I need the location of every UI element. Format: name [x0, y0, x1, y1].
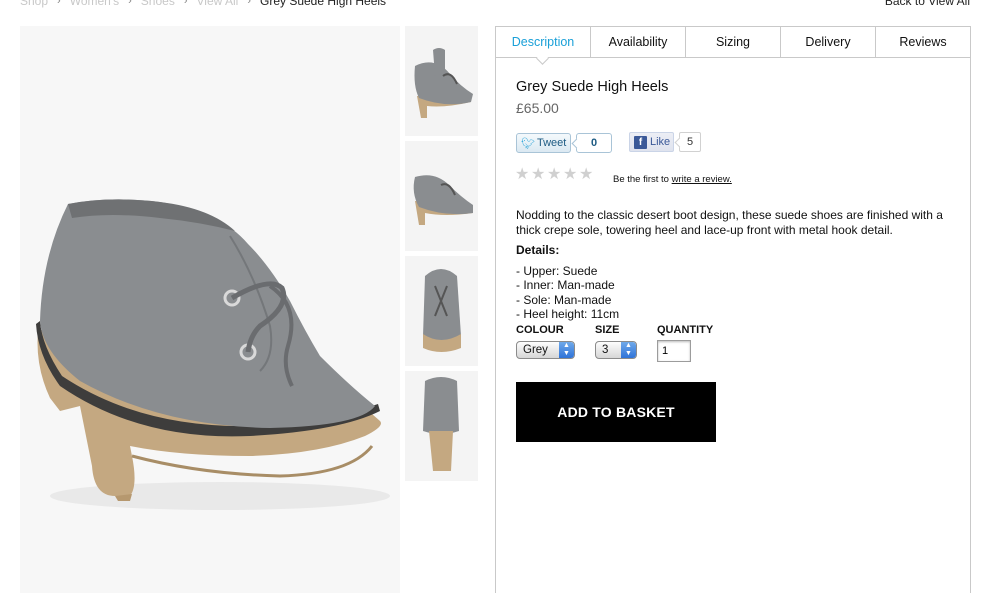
add-to-basket-button[interactable]: ADD TO BASKET [516, 382, 716, 442]
breadcrumb-item-shoes[interactable]: Shoes [141, 0, 175, 8]
review-prompt: Be the first to write a review. [613, 174, 732, 185]
tweet-button[interactable]: 🐦︎ Tweet [516, 133, 571, 153]
product-description: Nodding to the classic desert boot desig… [516, 208, 943, 237]
size-select[interactable]: 3 ▲ ▼ [595, 341, 637, 359]
breadcrumb-current: Grey Suede High Heels [259, 0, 387, 8]
breadcrumb-item-shop[interactable]: Shop [20, 0, 48, 8]
facebook-icon: f [634, 135, 647, 149]
detail-item: - Sole: Man-made [516, 292, 612, 307]
like-label: Like [650, 136, 671, 148]
star-icon: ★ [563, 166, 578, 183]
detail-item: - Inner: Man-made [516, 278, 615, 293]
twitter-bird-icon: 🐦︎ [521, 137, 535, 150]
boot-thumbnail-side [414, 48, 473, 118]
boot-illustration [36, 199, 390, 510]
chevron-right-icon: › [57, 0, 61, 7]
tab-reviews[interactable]: Reviews [876, 27, 970, 57]
product-detail-panel: Description Availability Sizing Delivery… [495, 26, 971, 593]
boot-thumbnail-angle [413, 175, 473, 225]
updown-arrows-icon: ▲ ▼ [621, 342, 636, 358]
quantity-label: QUANTITY [657, 324, 714, 336]
facebook-like-button[interactable]: f Like [629, 132, 674, 152]
chevron-right-icon: › [183, 0, 188, 7]
star-icon: ★ [515, 166, 530, 183]
star-icon: ★ [547, 166, 562, 183]
star-icon: ★ [579, 166, 594, 183]
boot-thumbnail-back [423, 377, 459, 471]
back-to-view-all-link[interactable]: Back to View All [885, 0, 970, 9]
details-heading: Details: [516, 243, 560, 257]
thumbnail-2[interactable] [405, 141, 478, 251]
colour-label: COLOUR [516, 324, 564, 336]
star-icon: ★ [531, 166, 546, 183]
tab-sizing[interactable]: Sizing [686, 27, 781, 57]
size-select-value: 3 [602, 344, 609, 356]
thumbnail-4[interactable] [405, 371, 478, 481]
tweet-label: Tweet [536, 137, 567, 149]
tab-description[interactable]: Description [496, 27, 591, 57]
product-price: £65.00 [516, 100, 559, 116]
detail-item: - Upper: Suede [516, 264, 598, 278]
rating-stars: ★ ★ ★ ★ ★ [515, 167, 595, 183]
chevron-right-icon: › [247, 0, 251, 7]
write-review-link[interactable]: write a review. [672, 174, 732, 185]
product-title: Grey Suede High Heels [516, 79, 669, 95]
details-list: - Upper: Suede - Inner: Man-made - Sole:… [516, 264, 619, 321]
thumbnail-3[interactable] [405, 256, 478, 366]
breadcrumb-item-womens[interactable]: Women's [70, 0, 119, 8]
breadcrumb-item-view-all[interactable]: View All [197, 0, 239, 8]
review-prompt-text: Be the first to [613, 174, 669, 185]
tab-availability[interactable]: Availability [591, 27, 686, 57]
product-main-image[interactable] [20, 26, 400, 593]
quantity-input[interactable] [657, 340, 691, 362]
like-count: 5 [679, 132, 701, 152]
size-label: SIZE [595, 324, 620, 336]
breadcrumb: Shop › Women's › Shoes › View All › Grey… [20, 0, 386, 9]
thumbnail-1[interactable] [405, 26, 478, 136]
colour-select-value: Grey [523, 344, 548, 356]
updown-arrows-icon: ▲ ▼ [559, 342, 574, 358]
boot-thumbnail-front [423, 269, 461, 352]
product-tabs: Description Availability Sizing Delivery… [496, 27, 970, 58]
chevron-right-icon: › [128, 0, 132, 7]
tweet-count: 0 [576, 133, 612, 153]
colour-select[interactable]: Grey ▲ ▼ [516, 341, 575, 359]
tab-delivery[interactable]: Delivery [781, 27, 876, 57]
detail-item: - Heel height: 11cm [516, 306, 620, 321]
